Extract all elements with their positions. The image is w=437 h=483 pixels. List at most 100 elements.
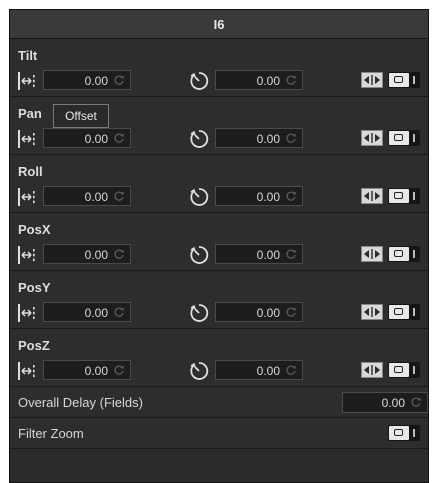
effects-panel: I6 Tilt 0.00 0.00 Pan 0.00 0.00 Roll 0.0…	[9, 9, 429, 483]
overall-delay-row: Overall Delay (Fields) 0.00	[10, 387, 428, 418]
toggle-knob	[389, 131, 409, 145]
swap-arrows-icon[interactable]	[361, 304, 383, 320]
axis-label: Roll	[18, 164, 43, 179]
delay-field[interactable]: 0.00	[215, 186, 303, 206]
swap-arrows-icon[interactable]	[361, 246, 383, 262]
delay-value: 0.00	[256, 132, 280, 146]
refresh-spin-icon[interactable]	[285, 364, 297, 376]
refresh-spin-icon[interactable]	[113, 132, 125, 144]
offset-field[interactable]: 0.00	[43, 128, 131, 148]
axis-label: PosX	[18, 222, 51, 237]
axis-controls-row: 0.00 0.00	[10, 186, 428, 208]
toggle-knob	[389, 73, 409, 87]
swap-arrows-icon[interactable]	[361, 362, 383, 378]
offset-value: 0.00	[84, 132, 108, 146]
toggle-knob	[389, 426, 409, 440]
overall-delay-label: Overall Delay (Fields)	[18, 395, 143, 410]
timer-icon[interactable]	[188, 360, 210, 382]
overall-delay-value: 0.00	[381, 396, 405, 410]
axis-toggle[interactable]	[388, 72, 420, 88]
axis-controls-row: 0.00 0.00	[10, 70, 428, 92]
delay-field[interactable]: 0.00	[215, 70, 303, 90]
refresh-spin-icon[interactable]	[285, 132, 297, 144]
range-arrows-icon[interactable]	[17, 186, 37, 208]
timer-icon[interactable]	[188, 128, 210, 150]
swap-arrows-icon[interactable]	[361, 188, 383, 204]
range-arrows-icon[interactable]	[17, 128, 37, 150]
toggle-on-indicator	[413, 429, 415, 437]
toggle-knob	[389, 363, 409, 377]
range-arrows-icon[interactable]	[17, 70, 37, 92]
refresh-spin-icon[interactable]	[113, 306, 125, 318]
refresh-spin-icon[interactable]	[113, 248, 125, 260]
delay-value: 0.00	[256, 248, 280, 262]
refresh-spin-icon[interactable]	[285, 306, 297, 318]
filter-zoom-label: Filter Zoom	[18, 426, 84, 441]
filter-zoom-toggle[interactable]	[388, 425, 420, 441]
delay-value: 0.00	[256, 74, 280, 88]
axis-toggle[interactable]	[388, 304, 420, 320]
axis-toggle[interactable]	[388, 188, 420, 204]
axis-controls-row: 0.00 0.00	[10, 128, 428, 150]
toggle-on-indicator	[413, 134, 415, 142]
axis-toggle[interactable]	[388, 246, 420, 262]
offset-value: 0.00	[84, 248, 108, 262]
toggle-knob	[389, 189, 409, 203]
axis-toggle[interactable]	[388, 362, 420, 378]
axis-label: Pan	[18, 106, 42, 121]
axis-section-tilt: Tilt 0.00 0.00	[10, 39, 428, 97]
toggle-on-indicator	[413, 366, 415, 374]
axis-section-posy: PosY 0.00 0.00	[10, 271, 428, 329]
refresh-spin-icon[interactable]	[285, 248, 297, 260]
toggle-on-indicator	[413, 76, 415, 84]
offset-field[interactable]: 0.00	[43, 360, 131, 380]
axis-section-posx: PosX 0.00 0.00	[10, 213, 428, 271]
axis-toggle[interactable]	[388, 130, 420, 146]
offset-value: 0.00	[84, 306, 108, 320]
section-list: Tilt 0.00 0.00 Pan 0.00 0.00 Roll 0.00 0…	[10, 39, 428, 387]
offset-value: 0.00	[84, 364, 108, 378]
offset-value: 0.00	[84, 190, 108, 204]
range-arrows-icon[interactable]	[17, 302, 37, 324]
axis-label: PosZ	[18, 338, 50, 353]
range-arrows-icon[interactable]	[17, 360, 37, 382]
offset-field[interactable]: 0.00	[43, 186, 131, 206]
offset-field[interactable]: 0.00	[43, 70, 131, 90]
delay-value: 0.00	[256, 306, 280, 320]
axis-label: Tilt	[18, 48, 38, 63]
refresh-spin-icon[interactable]	[285, 190, 297, 202]
toggle-on-indicator	[413, 308, 415, 316]
refresh-spin-icon[interactable]	[113, 364, 125, 376]
timer-icon[interactable]	[188, 244, 210, 266]
offset-tooltip: Offset	[53, 104, 109, 128]
overall-delay-field[interactable]: 0.00	[342, 392, 428, 413]
refresh-spin-icon[interactable]	[113, 74, 125, 86]
swap-arrows-icon[interactable]	[361, 130, 383, 146]
axis-controls-row: 0.00 0.00	[10, 360, 428, 382]
filter-zoom-row: Filter Zoom	[10, 418, 428, 449]
offset-value: 0.00	[84, 74, 108, 88]
toggle-on-indicator	[413, 250, 415, 258]
timer-icon[interactable]	[188, 302, 210, 324]
refresh-spin-icon[interactable]	[285, 74, 297, 86]
offset-field[interactable]: 0.00	[43, 302, 131, 322]
offset-field[interactable]: 0.00	[43, 244, 131, 264]
axis-section-roll: Roll 0.00 0.00	[10, 155, 428, 213]
panel-title: I6	[10, 10, 428, 39]
delay-value: 0.00	[256, 364, 280, 378]
axis-controls-row: 0.00 0.00	[10, 244, 428, 266]
axis-controls-row: 0.00 0.00	[10, 302, 428, 324]
refresh-spin-icon[interactable]	[113, 190, 125, 202]
swap-arrows-icon[interactable]	[361, 72, 383, 88]
delay-field[interactable]: 0.00	[215, 244, 303, 264]
toggle-knob	[389, 305, 409, 319]
refresh-spin-icon[interactable]	[410, 396, 422, 408]
range-arrows-icon[interactable]	[17, 244, 37, 266]
axis-section-posz: PosZ 0.00 0.00	[10, 329, 428, 387]
delay-field[interactable]: 0.00	[215, 128, 303, 148]
axis-label: PosY	[18, 280, 51, 295]
delay-field[interactable]: 0.00	[215, 302, 303, 322]
timer-icon[interactable]	[188, 186, 210, 208]
delay-field[interactable]: 0.00	[215, 360, 303, 380]
timer-icon[interactable]	[188, 70, 210, 92]
